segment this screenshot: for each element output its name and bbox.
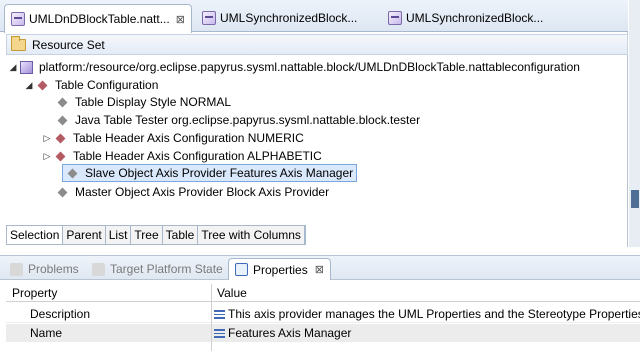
table-header: Property Value — [6, 284, 640, 302]
element-icon — [36, 79, 49, 92]
tree-item-label: platform:/resource/org.eclipse.papyrus.s… — [39, 60, 580, 74]
editor-tab-active[interactable]: UMLDnDBlockTable.natt... ⊠ — [4, 4, 192, 33]
text-value-icon — [214, 310, 225, 319]
editor-tab-label: UMLSynchronizedBlock... — [220, 11, 358, 25]
element-icon — [56, 114, 69, 127]
tree-item-selected[interactable]: Slave Object Axis Provider Features Axis… — [62, 164, 358, 182]
tree-item[interactable]: Table Display Style NORMAL — [56, 93, 231, 111]
text-value-icon — [214, 329, 225, 338]
tab-problems[interactable]: Problems — [10, 258, 79, 280]
tree-item-label: Slave Object Axis Provider Features Axis… — [85, 166, 354, 180]
expand-icon[interactable]: ◢ — [8, 62, 18, 73]
view-tab-label: Problems — [28, 262, 79, 276]
tab-tree-with-columns[interactable]: Tree with Columns — [198, 226, 305, 244]
tree-item[interactable]: ▷ Table Header Axis Configuration ALPHAB… — [42, 147, 322, 165]
tree-item-label: Java Table Tester org.eclipse.papyrus.sy… — [75, 113, 421, 127]
tab-table[interactable]: Table — [162, 226, 199, 244]
tree-item-label: Table Display Style NORMAL — [75, 95, 232, 109]
configuration-file-icon — [20, 60, 33, 74]
minimized-view-icon[interactable] — [631, 190, 639, 208]
property-value-text: Features Axis Manager — [228, 326, 352, 340]
resource-set-label: Resource Set — [32, 37, 105, 52]
properties-icon — [235, 263, 248, 276]
tree-item[interactable]: Java Table Tester org.eclipse.papyrus.sy… — [56, 111, 420, 129]
property-value[interactable]: Features Axis Manager — [214, 324, 351, 342]
table-row[interactable]: Name Features Axis Manager — [6, 324, 640, 342]
property-value[interactable]: This axis provider manages the UML Prope… — [214, 305, 640, 323]
table-editor-icon — [202, 11, 216, 25]
tree-item-label: Table Configuration — [55, 78, 159, 92]
column-divider[interactable] — [211, 284, 212, 351]
view-tab-bar: Problems Target Platform State Propertie… — [0, 255, 640, 280]
tree-item-label: Table Header Axis Configuration ALPHABET… — [73, 149, 322, 163]
tree-item[interactable]: ▷ Table Header Axis Configuration NUMERI… — [42, 129, 304, 147]
property-value-text: This axis provider manages the UML Prope… — [228, 307, 640, 321]
target-platform-icon — [92, 262, 105, 276]
tab-properties[interactable]: Properties ⊠ — [228, 258, 331, 280]
editor-tab-label: UMLDnDBlockTable.natt... — [29, 12, 170, 26]
tab-selection[interactable]: Selection — [7, 226, 64, 244]
tab-target-platform-state[interactable]: Target Platform State — [92, 258, 223, 280]
tree-item-label: Master Object Axis Provider Block Axis P… — [75, 185, 330, 199]
tree-item-table-configuration[interactable]: ◢ Table Configuration — [24, 76, 159, 94]
side-panel — [629, 0, 640, 247]
close-icon[interactable]: ⊠ — [315, 263, 324, 276]
editor-tab-3[interactable]: UMLSynchronizedBlock... — [382, 4, 560, 32]
tree-item-root[interactable]: ◢ platform:/resource/org.eclipse.papyrus… — [8, 58, 580, 76]
editor-tab-bar: UMLDnDBlockTable.natt... ⊠ UMLSynchroniz… — [0, 0, 628, 33]
property-name: Name — [30, 326, 63, 340]
folder-icon — [11, 35, 26, 51]
problems-icon — [10, 262, 23, 276]
element-icon — [56, 186, 69, 199]
collapse-icon[interactable]: ▷ — [42, 133, 52, 144]
element-icon — [54, 150, 67, 163]
editor-area: UMLDnDBlockTable.natt... ⊠ UMLSynchroniz… — [0, 0, 628, 247]
tab-parent[interactable]: Parent — [63, 226, 106, 244]
table-row[interactable]: Description This axis provider manages t… — [6, 305, 640, 323]
collapse-icon[interactable]: ▷ — [42, 151, 52, 162]
tab-list[interactable]: List — [105, 226, 132, 244]
table-editor-icon — [388, 11, 402, 25]
column-header-property[interactable]: Property — [12, 284, 57, 302]
element-icon — [56, 96, 69, 109]
view-tab-label: Target Platform State — [110, 262, 223, 276]
tab-tree[interactable]: Tree — [131, 226, 163, 244]
column-header-value[interactable]: Value — [217, 284, 247, 302]
editor-page-tabs: Selection Parent List Tree Table Tree wi… — [6, 225, 306, 245]
expand-icon[interactable]: ◢ — [24, 80, 34, 91]
element-icon — [54, 132, 67, 145]
table-editor-icon — [11, 12, 25, 26]
tree-item[interactable]: Master Object Axis Provider Block Axis P… — [56, 183, 329, 201]
tree-item-label: Table Header Axis Configuration NUMERIC — [73, 131, 304, 145]
view-tab-label: Properties — [253, 262, 308, 277]
element-icon — [66, 167, 79, 180]
editor-tab-label: UMLSynchronizedBlock... — [406, 11, 544, 25]
property-name: Description — [30, 307, 91, 321]
editor-tab-2[interactable]: UMLSynchronizedBlock... — [196, 4, 374, 32]
close-icon[interactable]: ⊠ — [176, 13, 185, 26]
resource-set-header[interactable]: Resource Set — [6, 34, 628, 55]
